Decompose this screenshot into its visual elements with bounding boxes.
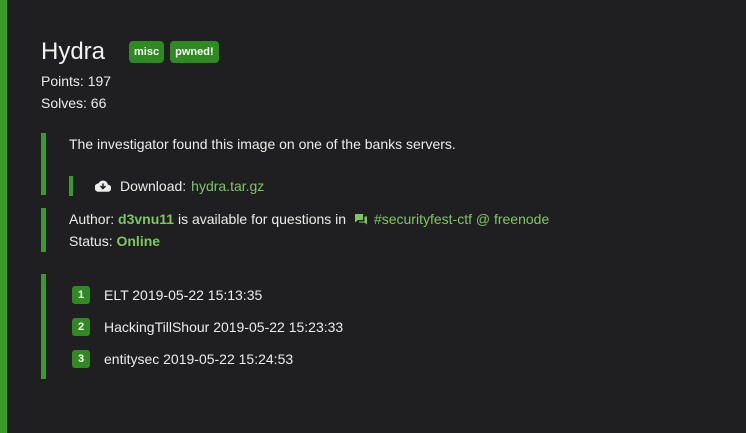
solves-list: 1 ELT 2019-05-22 15:13:35 2 HackingTillS… [41,274,731,379]
tag-badge-misc: misc [129,41,165,63]
solve-list-item: 3 entitysec 2019-05-22 15:24:53 [69,343,731,375]
status-line: Status: Online [69,230,731,252]
challenge-card: Hydra misc pwned! Points: 197 Solves: 66… [0,0,746,433]
rank-badge: 3 [72,350,90,368]
solve-list-item: 2 HackingTillShour 2019-05-22 15:23:33 [69,311,731,343]
description-text: The investigator found this image on one… [69,136,456,152]
title-row: Hydra misc pwned! [41,36,731,68]
status-value: Online [116,233,161,249]
tag-badge-pwned: pwned! [170,41,219,63]
download-row: Download: hydra.tar.gz [69,176,731,196]
download-label: Download: [120,178,187,194]
challenge-content: Hydra misc pwned! Points: 197 Solves: 66… [41,36,731,379]
rank-badge: 2 [72,318,90,336]
cloud-download-icon [95,180,111,192]
author-availability-text: is available for questions in [177,211,347,227]
challenge-title: Hydra [41,38,106,65]
irc-channel-link[interactable]: #securityfest-ctf @ freenode [374,211,549,227]
solves-count-text: Solves: 66 [41,95,107,111]
solve-entry-text: ELT 2019-05-22 15:13:35 [104,287,263,303]
author-name-link[interactable]: d3vnu11 [118,211,174,227]
solve-list-item: 1 ELT 2019-05-22 15:13:35 [69,279,731,311]
download-link[interactable]: hydra.tar.gz [191,176,264,196]
author-line: Author: d3vnu11 is available for questio… [69,208,731,230]
description-block: The investigator found this image on one… [41,133,731,196]
author-prefix: Author: [69,211,115,227]
points-text: Points: 197 [41,73,112,89]
author-block: Author: d3vnu11 is available for questio… [41,208,731,252]
rank-badge: 1 [72,286,90,304]
status-label: Status: [69,233,113,249]
solve-entry-text: entitysec 2019-05-22 15:24:53 [104,351,294,367]
chat-icon [354,214,367,225]
solve-entry-text: HackingTillShour 2019-05-22 15:23:33 [104,319,344,335]
